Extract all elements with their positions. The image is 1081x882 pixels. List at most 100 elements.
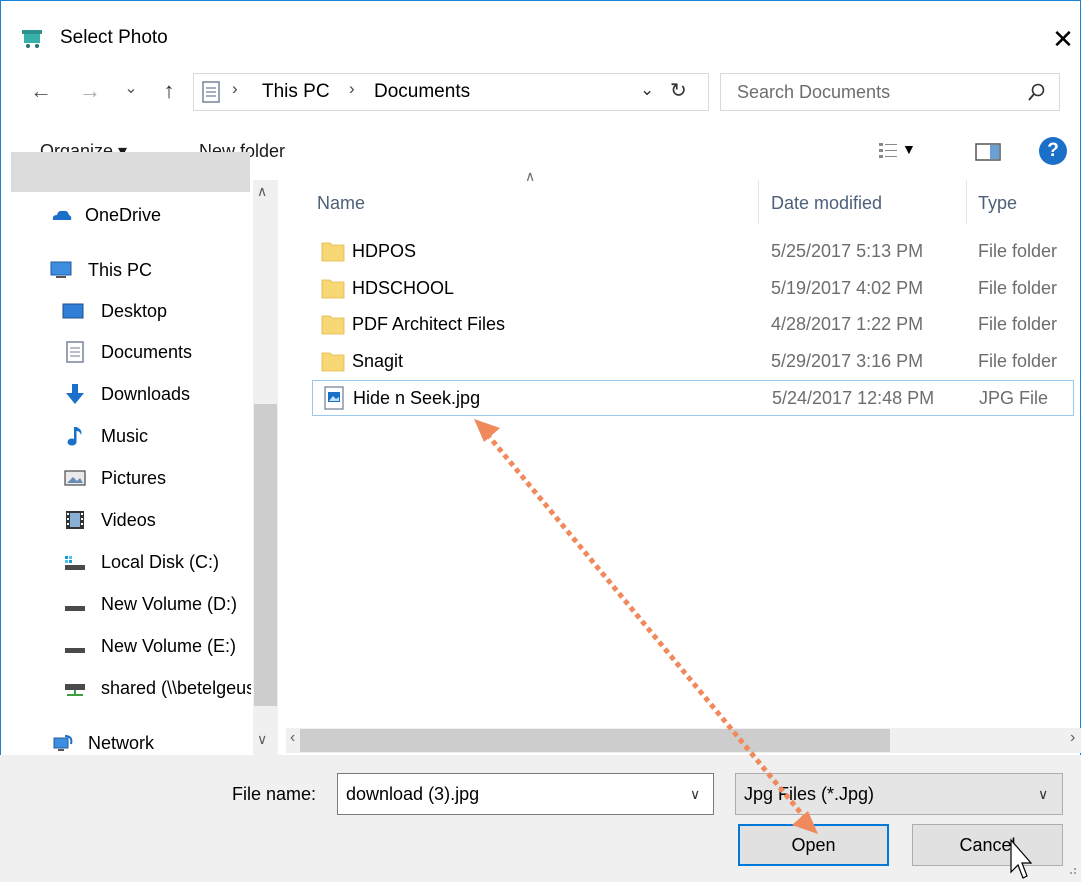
horizontal-scrollbar-thumb[interactable] — [300, 729, 890, 752]
file-row-hdpos[interactable]: HDPOS 5/25/2017 5:13 PM File folder — [312, 234, 1074, 270]
sidebar-item-videos[interactable]: Videos — [0, 500, 250, 540]
file-date: 5/25/2017 5:13 PM — [771, 241, 924, 261]
file-type: JPG File — [979, 388, 1049, 408]
view-dropdown-icon[interactable]: ▼ — [902, 141, 916, 157]
file-row-hdschool[interactable]: HDSCHOOL 5/19/2017 4:02 PM File folder — [312, 271, 1074, 307]
open-button[interactable]: Open — [738, 824, 889, 866]
search-box[interactable]: Search Documents — [720, 73, 1060, 111]
scroll-left-icon[interactable]: ‹ — [290, 729, 295, 747]
folder-icon — [321, 242, 345, 262]
sidebar-item-documents[interactable]: Documents — [0, 332, 250, 372]
file-type: File folder — [978, 351, 1058, 371]
documents-location-icon — [202, 81, 220, 103]
sidebar-item-label: Network — [88, 733, 155, 753]
column-divider[interactable] — [966, 180, 967, 224]
scroll-up-icon[interactable]: ∧ — [257, 183, 267, 200]
chevron-down-icon[interactable]: ⌄ — [640, 80, 654, 100]
sidebar-item-label: Local Disk (C:) — [101, 552, 220, 572]
breadcrumb-separator[interactable]: › — [349, 79, 355, 99]
sidebar-item-new-volume-e[interactable]: New Volume (E:) — [0, 626, 250, 666]
column-divider[interactable] — [758, 180, 759, 224]
onedrive-icon — [52, 210, 72, 220]
chevron-down-icon[interactable]: ∨ — [690, 786, 700, 803]
sidebar-item-local-disk-c[interactable]: Local Disk (C:) — [0, 542, 250, 582]
sidebar-scrollbar-thumb[interactable] — [254, 404, 277, 706]
breadcrumb-separator: › — [232, 79, 238, 98]
file-type-value[interactable]: Jpg Files (*.Jpg) — [744, 784, 874, 805]
file-type: File folder — [978, 278, 1058, 298]
breadcrumb-documents[interactable]: Documents — [374, 81, 470, 103]
forward-button[interactable]: → — [76, 76, 104, 106]
file-name: HDSCHOOL — [352, 278, 455, 298]
file-name: HDPOS — [352, 241, 417, 261]
file-name: Snagit — [352, 351, 404, 371]
chevron-down-icon[interactable]: ∨ — [1038, 786, 1048, 803]
local-disk-icon — [65, 556, 85, 570]
cancel-button[interactable]: Cancel — [912, 824, 1063, 866]
file-row-hide-n-seek[interactable]: Hide n Seek.jpg 5/24/2017 12:48 PM JPG F… — [312, 380, 1074, 416]
sidebar-item-label: Desktop — [101, 301, 168, 321]
drive-icon — [65, 648, 85, 653]
file-name: PDF Architect Files — [352, 314, 506, 334]
file-name-value[interactable]: download (3).jpg — [346, 784, 479, 805]
window-title: Select Photo — [60, 27, 168, 48]
file-row-snagit[interactable]: Snagit 5/29/2017 3:16 PM File folder — [312, 344, 1074, 380]
file-date: 5/24/2017 12:48 PM — [772, 388, 935, 408]
file-name-input[interactable]: download (3).jpg ∨ — [337, 773, 714, 815]
column-header-type[interactable]: Type — [978, 193, 1017, 214]
scroll-down-icon[interactable]: ∨ — [257, 731, 267, 748]
resize-grip-icon[interactable] — [1064, 862, 1078, 876]
sidebar-item-new-volume-d[interactable]: New Volume (D:) — [0, 584, 250, 624]
drive-icon — [65, 606, 85, 611]
address-bar[interactable]: › This PC › Documents ⌄ ↻ — [193, 73, 709, 111]
sidebar-item-pictures[interactable]: Pictures — [0, 458, 250, 498]
file-date: 5/29/2017 3:16 PM — [771, 351, 924, 371]
sidebar-item-downloads[interactable]: Downloads — [0, 374, 250, 414]
view-options-icon[interactable] — [878, 140, 898, 162]
breadcrumb-this-pc[interactable]: This PC — [262, 81, 330, 103]
sidebar-item-label: Pictures — [101, 468, 167, 488]
file-type: File folder — [978, 241, 1058, 261]
sidebar-item-label: shared (\\betelgeuse) — [101, 678, 251, 698]
column-header-date-modified[interactable]: Date modified — [771, 193, 882, 214]
sidebar-item-shared[interactable]: shared (\\betelgeuse) — [0, 668, 251, 708]
close-icon[interactable]: ✕ — [1048, 22, 1078, 56]
music-icon — [67, 427, 82, 446]
network-icon — [53, 735, 73, 751]
preview-pane-icon[interactable] — [975, 143, 1001, 161]
column-header-name[interactable]: Name — [317, 193, 365, 214]
sidebar-item-this-pc[interactable]: This PC — [0, 250, 250, 290]
help-icon[interactable]: ? — [1039, 137, 1067, 165]
file-type: File folder — [978, 314, 1058, 334]
back-button[interactable]: ← — [27, 76, 55, 106]
sidebar-item-label: New Volume (E:) — [101, 636, 237, 656]
search-icon[interactable] — [1027, 81, 1047, 103]
sidebar-item-desktop[interactable]: Desktop — [0, 291, 250, 331]
cart-app-icon — [22, 30, 42, 48]
file-type-select[interactable]: Jpg Files (*.Jpg) ∨ — [735, 773, 1063, 815]
sidebar-item-music[interactable]: Music — [0, 416, 250, 456]
scroll-right-icon[interactable]: › — [1070, 729, 1075, 747]
file-name: Hide n Seek.jpg — [353, 388, 481, 408]
up-button[interactable]: ↑ — [156, 76, 182, 106]
image-file-icon — [324, 386, 344, 410]
file-name-label: File name: — [232, 784, 317, 804]
sidebar-item-onedrive[interactable]: OneDrive — [0, 195, 250, 235]
desktop-icon — [62, 303, 84, 319]
computer-icon — [50, 261, 72, 278]
sidebar-item-label: Music — [101, 426, 149, 446]
videos-icon — [66, 511, 84, 529]
file-date: 5/19/2017 4:02 PM — [771, 278, 924, 298]
search-input[interactable]: Search Documents — [737, 82, 890, 103]
sidebar-item-label: New Volume (D:) — [101, 594, 238, 614]
refresh-icon[interactable]: ↻ — [670, 78, 687, 103]
navigation-pane: OneDrive This PC Desktop Documents Downl… — [0, 180, 280, 755]
documents-icon — [66, 341, 84, 363]
pictures-icon — [64, 470, 86, 486]
folder-icon — [321, 352, 345, 372]
file-row-pdf-architect-files[interactable]: PDF Architect Files 4/28/2017 1:22 PM Fi… — [312, 307, 1074, 343]
sidebar-item-label: This PC — [88, 260, 153, 280]
folder-icon — [321, 315, 345, 335]
sidebar-item-label: Downloads — [101, 384, 191, 404]
recent-locations-button[interactable]: ⌄ — [122, 74, 140, 104]
